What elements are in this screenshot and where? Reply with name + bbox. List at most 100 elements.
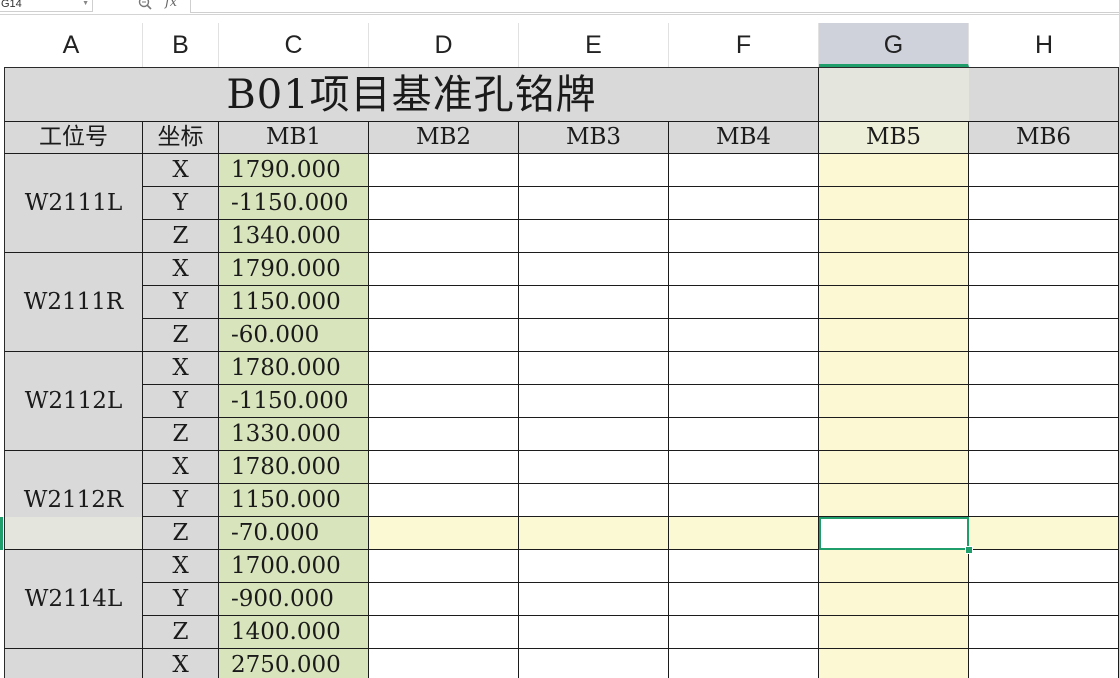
mb1-value-cell[interactable]: 1150.000 [219,484,369,517]
mb6-value-cell[interactable] [969,154,1119,187]
mb1-value-cell[interactable]: 1150.000 [219,286,369,319]
mb2-value-cell[interactable] [369,154,519,187]
mb3-value-cell[interactable] [519,253,669,286]
mb3-value-cell[interactable] [519,418,669,451]
row-header-strip[interactable] [0,649,4,678]
axis-cell[interactable]: Y [143,187,219,220]
mb5-value-cell[interactable] [819,649,969,678]
mb5-value-cell[interactable] [819,418,969,451]
mb1-value-cell[interactable]: -1150.000 [219,385,369,418]
mb2-value-cell[interactable] [369,517,519,550]
column-header-a[interactable]: A [0,23,143,67]
mb4-value-cell[interactable] [669,385,819,418]
title-cell-g[interactable] [819,67,969,122]
fx-icon[interactable]: fx [165,0,177,10]
station-cell[interactable]: W2112R [4,451,143,550]
mb3-value-cell[interactable] [519,550,669,583]
mb4-value-cell[interactable] [669,418,819,451]
mb5-value-cell[interactable] [819,319,969,352]
mb2-value-cell[interactable] [369,418,519,451]
fill-handle[interactable] [965,546,973,554]
chevron-down-icon[interactable]: ▼ [82,0,89,10]
axis-cell[interactable]: Y [143,385,219,418]
row-header-strip[interactable] [0,418,4,451]
row-header-strip[interactable] [0,550,4,583]
mb4-value-cell[interactable] [669,451,819,484]
mb5-value-cell[interactable] [819,286,969,319]
mb3-value-cell[interactable] [519,220,669,253]
row-header-strip[interactable] [0,583,4,616]
row-header-strip[interactable] [0,319,4,352]
mb2-value-cell[interactable] [369,649,519,678]
mb2-value-cell[interactable] [369,319,519,352]
mb6-value-cell[interactable] [969,286,1119,319]
mb5-value-cell[interactable] [819,484,969,517]
mb4-value-cell[interactable] [669,319,819,352]
mb1-value-cell[interactable]: 1400.000 [219,616,369,649]
mb3-value-cell[interactable] [519,484,669,517]
axis-cell[interactable]: X [143,154,219,187]
axis-cell[interactable]: Y [143,484,219,517]
row-header-strip[interactable] [0,187,4,220]
sheet-title[interactable]: B01项目基准孔铭牌 [4,67,819,122]
mb2-value-cell[interactable] [369,352,519,385]
mb3-value-cell[interactable] [519,385,669,418]
zoom-icon[interactable] [138,0,152,10]
mb6-value-cell[interactable] [969,484,1119,517]
header-mb4[interactable]: MB4 [669,122,819,154]
mb6-value-cell[interactable] [969,385,1119,418]
mb1-value-cell[interactable]: 2750.000 [219,649,369,678]
mb3-value-cell[interactable] [519,583,669,616]
mb6-value-cell[interactable] [969,319,1119,352]
mb2-value-cell[interactable] [369,550,519,583]
mb6-value-cell[interactable] [969,550,1119,583]
mb4-value-cell[interactable] [669,154,819,187]
header-mb3[interactable]: MB3 [519,122,669,154]
mb6-value-cell[interactable] [969,418,1119,451]
axis-cell[interactable]: X [143,352,219,385]
mb4-value-cell[interactable] [669,352,819,385]
mb4-value-cell[interactable] [669,187,819,220]
mb3-value-cell[interactable] [519,517,669,550]
axis-cell[interactable]: X [143,649,219,678]
mb2-value-cell[interactable] [369,187,519,220]
station-cell[interactable]: W2114L [4,550,143,649]
mb4-value-cell[interactable] [669,220,819,253]
mb4-value-cell[interactable] [669,649,819,678]
mb5-value-cell[interactable] [819,154,969,187]
header-axis[interactable]: 坐标 [143,122,219,154]
column-header-e[interactable]: E [519,23,669,67]
mb2-value-cell[interactable] [369,451,519,484]
mb4-value-cell[interactable] [669,583,819,616]
mb5-value-cell[interactable] [819,616,969,649]
mb1-value-cell[interactable]: -60.000 [219,319,369,352]
mb1-value-cell[interactable]: -1150.000 [219,187,369,220]
mb3-value-cell[interactable] [519,352,669,385]
mb3-value-cell[interactable] [519,154,669,187]
column-header-c[interactable]: C [219,23,369,67]
mb6-value-cell[interactable] [969,187,1119,220]
header-mb5[interactable]: MB5 [819,122,969,154]
column-header-h[interactable]: H [969,23,1119,67]
mb4-value-cell[interactable] [669,550,819,583]
row-header-strip[interactable] [0,385,4,418]
station-cell[interactable]: W2112L [4,352,143,451]
mb3-value-cell[interactable] [519,616,669,649]
mb5-value-cell[interactable] [819,187,969,220]
mb5-value-cell[interactable] [819,583,969,616]
row-header-strip[interactable] [0,484,4,517]
mb6-value-cell[interactable] [969,616,1119,649]
column-header-b[interactable]: B [143,23,219,67]
station-cell[interactable]: W2111L [4,154,143,253]
axis-cell[interactable]: X [143,253,219,286]
mb1-value-cell[interactable]: 1780.000 [219,451,369,484]
row-header-strip[interactable] [0,616,4,649]
row-header-strip[interactable] [0,286,4,319]
mb3-value-cell[interactable] [519,187,669,220]
row-header-strip[interactable] [0,352,4,385]
formula-input[interactable] [190,0,1119,13]
mb6-value-cell[interactable] [969,517,1119,550]
row-header-strip[interactable] [0,253,4,286]
mb5-value-cell[interactable] [819,220,969,253]
mb1-value-cell[interactable]: -70.000 [219,517,369,550]
